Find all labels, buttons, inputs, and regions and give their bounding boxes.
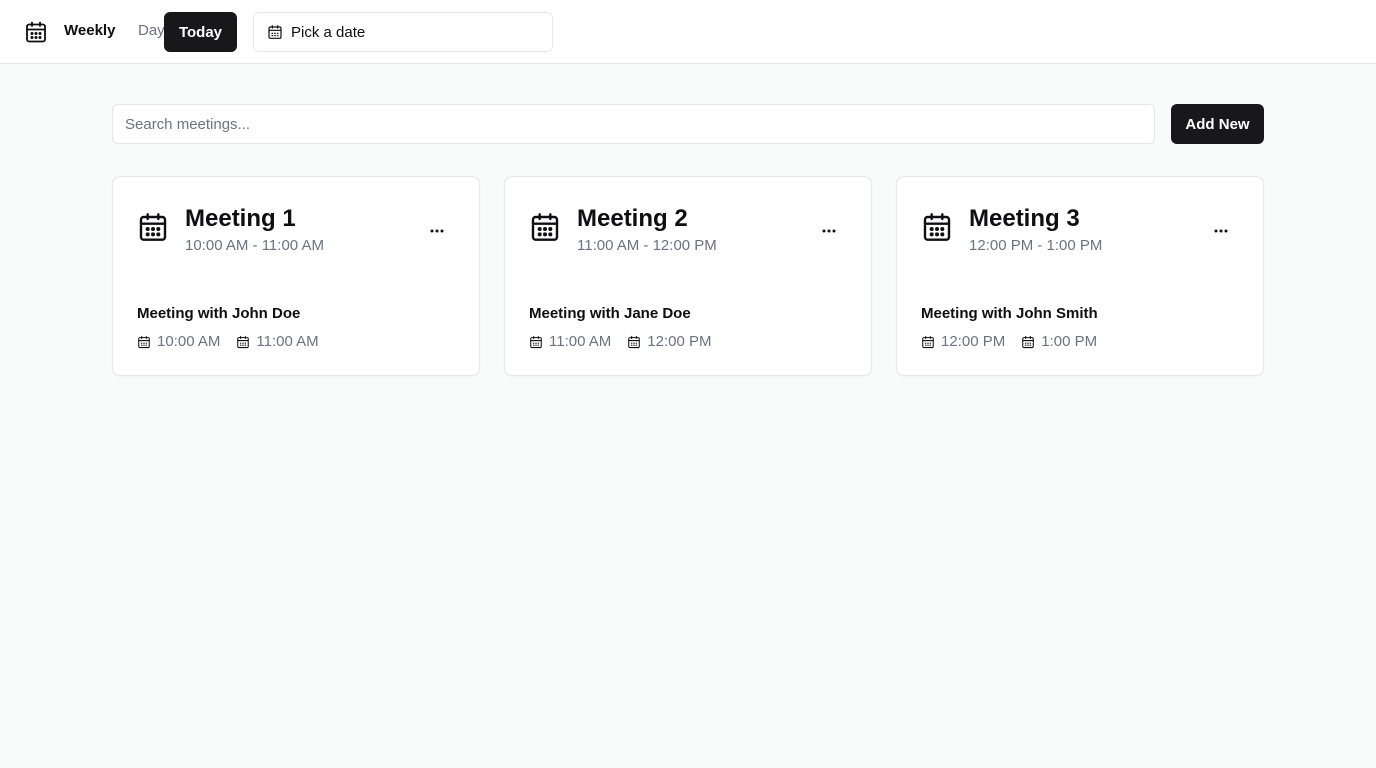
meeting-description: Meeting with John Doe xyxy=(137,305,301,322)
more-horizontal-icon xyxy=(430,229,444,233)
meeting-end: 11:00 AM xyxy=(236,333,319,350)
meeting-title: Meeting 2 xyxy=(577,205,688,232)
meeting-start-time: 11:00 AM xyxy=(549,333,612,350)
more-options-button[interactable] xyxy=(425,219,449,243)
meeting-card-1[interactable]: Meeting 1 10:00 AM - 11:00 AM Meeting wi… xyxy=(112,176,480,376)
view-day-tab[interactable]: Day xyxy=(138,22,165,39)
meeting-description: Meeting with Jane Doe xyxy=(529,305,691,322)
more-options-button[interactable] xyxy=(817,219,841,243)
date-picker[interactable]: Pick a date xyxy=(253,12,553,52)
meeting-start: 10:00 AM xyxy=(137,333,220,350)
meeting-end-time: 12:00 PM xyxy=(647,333,712,350)
more-options-button[interactable] xyxy=(1209,219,1233,243)
meeting-end: 12:00 PM xyxy=(627,333,711,350)
meeting-description: Meeting with John Smith xyxy=(921,305,1098,322)
more-horizontal-icon xyxy=(1214,229,1228,233)
calendar-icon xyxy=(139,213,167,241)
meeting-end: 1:00 PM xyxy=(1021,333,1097,350)
meeting-start: 12:00 PM xyxy=(921,333,1005,350)
date-picker-label: Pick a date xyxy=(291,23,366,41)
meeting-start: 11:00 AM xyxy=(529,333,611,350)
more-horizontal-icon xyxy=(822,229,836,233)
calendar-icon xyxy=(922,335,934,348)
meeting-slots: 10:00 AM 11:00 AM xyxy=(137,333,335,350)
today-button[interactable]: Today xyxy=(164,12,237,52)
calendar-icon xyxy=(138,335,150,348)
meeting-slots: 12:00 PM 1:00 PM xyxy=(921,333,1113,350)
calendar-icon xyxy=(530,335,542,348)
calendar-icon xyxy=(1022,335,1034,348)
meeting-end-time: 11:00 AM xyxy=(256,333,319,350)
meeting-card-3[interactable]: Meeting 3 12:00 PM - 1:00 PM Meeting wit… xyxy=(896,176,1264,376)
meeting-time-range: 12:00 PM - 1:00 PM xyxy=(969,237,1103,254)
calendar-icon xyxy=(237,335,250,348)
calendar-icon xyxy=(26,21,46,43)
meeting-slots: 11:00 AM 12:00 PM xyxy=(529,333,727,350)
meeting-end-time: 1:00 PM xyxy=(1041,333,1098,350)
view-weekly-tab[interactable]: Weekly xyxy=(64,22,115,39)
meeting-title: Meeting 3 xyxy=(969,205,1080,232)
calendar-icon xyxy=(628,335,641,348)
add-new-button[interactable]: Add New xyxy=(1171,104,1264,144)
meeting-time-range: 11:00 AM - 12:00 PM xyxy=(577,237,717,254)
meeting-time-range: 10:00 AM - 11:00 AM xyxy=(185,237,324,254)
meeting-title: Meeting 1 xyxy=(185,205,296,232)
search-input[interactable] xyxy=(112,104,1155,144)
calendar-icon xyxy=(531,213,559,241)
meeting-start-time: 12:00 PM xyxy=(941,333,1006,350)
calendar-icon xyxy=(923,213,951,241)
meeting-card-2[interactable]: Meeting 2 11:00 AM - 12:00 PM Meeting wi… xyxy=(504,176,872,376)
top-bar: Weekly Day Today Pick a date xyxy=(0,0,1376,64)
meeting-start-time: 10:00 AM xyxy=(157,333,221,350)
calendar-icon xyxy=(268,25,282,39)
